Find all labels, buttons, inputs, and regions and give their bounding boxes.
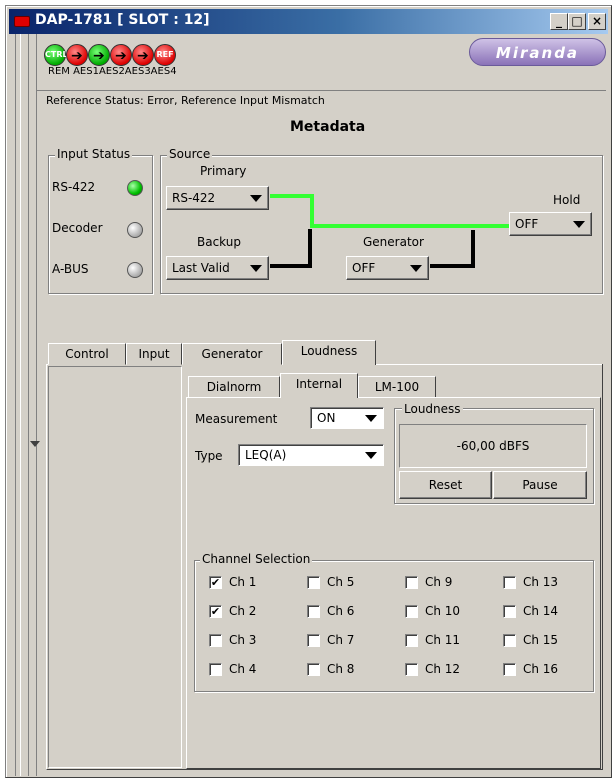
channel-label: Ch 9 xyxy=(425,575,453,589)
reset-button[interactable]: Reset xyxy=(399,471,492,499)
channel-checkbox[interactable] xyxy=(209,634,222,647)
channel-label: Ch 2 xyxy=(229,604,257,618)
channel-label: Ch 3 xyxy=(229,633,257,647)
channel-checkbox[interactable] xyxy=(307,605,320,618)
channel-checkbox[interactable] xyxy=(405,663,418,676)
channel-label: Ch 8 xyxy=(327,662,355,676)
channel-checkbox[interactable] xyxy=(405,605,418,618)
tab-generator[interactable]: Generator xyxy=(182,343,282,365)
channel-label: Ch 6 xyxy=(327,604,355,618)
side-list xyxy=(48,366,182,768)
channel-checkbox[interactable] xyxy=(503,605,516,618)
tab-lm100[interactable]: LM-100 xyxy=(358,376,436,398)
channel-checkbox[interactable]: ✔ xyxy=(209,576,222,589)
channel-checkbox[interactable] xyxy=(503,634,516,647)
channel-label: Ch 7 xyxy=(327,633,355,647)
channel-checkbox[interactable] xyxy=(503,576,516,589)
channel-checkbox[interactable] xyxy=(405,576,418,589)
channel-label: Ch 14 xyxy=(523,604,559,618)
measurement-dropdown[interactable]: ON xyxy=(310,407,384,429)
pause-button[interactable]: Pause xyxy=(493,471,587,499)
channel-checkbox[interactable] xyxy=(307,634,320,647)
channel-checkbox[interactable] xyxy=(307,576,320,589)
channel-checkbox[interactable] xyxy=(405,634,418,647)
channel-label: Ch 15 xyxy=(523,633,559,647)
tab-dialnorm[interactable]: Dialnorm xyxy=(188,376,280,398)
channel-label: Ch 16 xyxy=(523,662,559,676)
channel-label: Ch 10 xyxy=(425,604,461,618)
channel-checkbox[interactable] xyxy=(503,663,516,676)
channel-label: Ch 12 xyxy=(425,662,461,676)
channel-label: Ch 1 xyxy=(229,575,257,589)
channel-label: Ch 11 xyxy=(425,633,461,647)
tab-internal[interactable]: Internal xyxy=(280,373,358,398)
channel-selection-title: Channel Selection xyxy=(200,552,313,566)
channel-label: Ch 4 xyxy=(229,662,257,676)
loudness-title: Loudness xyxy=(402,402,463,416)
channel-checkbox[interactable]: ✔ xyxy=(209,605,222,618)
channel-label: Ch 13 xyxy=(523,575,559,589)
type-label: Type xyxy=(195,449,223,463)
channel-checkbox[interactable] xyxy=(307,663,320,676)
type-dropdown[interactable]: LEQ(A) xyxy=(238,444,384,466)
measurement-label: Measurement xyxy=(195,412,278,426)
tab-loudness[interactable]: Loudness xyxy=(282,340,376,365)
loudness-reading: -60,00 dBFS xyxy=(399,424,587,468)
channel-checkbox[interactable] xyxy=(209,663,222,676)
tab-input[interactable]: Input xyxy=(126,343,182,365)
channel-label: Ch 5 xyxy=(327,575,355,589)
tab-control[interactable]: Control xyxy=(48,343,126,365)
